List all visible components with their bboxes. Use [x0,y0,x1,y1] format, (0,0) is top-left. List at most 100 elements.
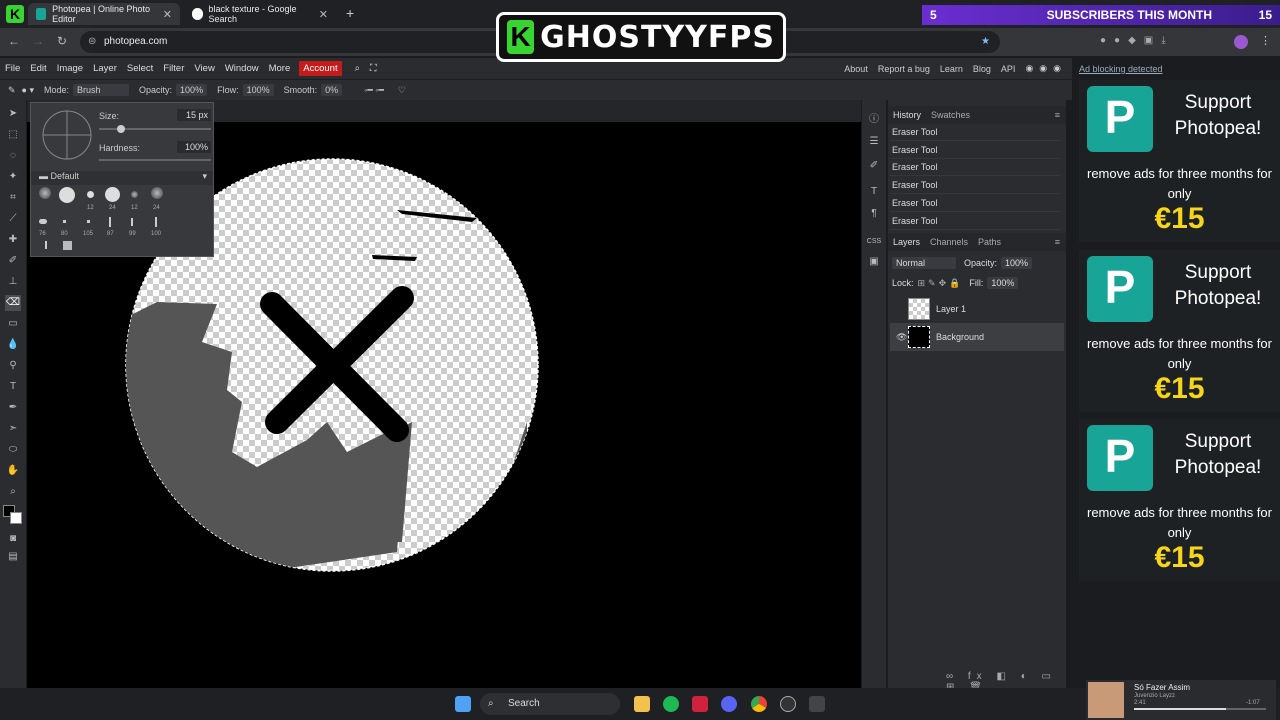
media-progress[interactable] [1134,708,1266,710]
bookmark-star-icon[interactable]: ★ [981,31,990,53]
menu-window[interactable]: Window [220,63,264,74]
tab-layers[interactable]: Layers [888,237,925,247]
hardness-input[interactable]: 100% [177,141,211,153]
preset-texture-brush[interactable] [63,220,66,223]
pen-tool-icon[interactable]: ✒ [5,400,21,416]
link-report-bug[interactable]: Report a bug [873,64,935,74]
marquee-tool-icon[interactable]: ⬚ [5,127,21,143]
ad-card[interactable]: P Support Photopea! remove ads for three… [1079,250,1280,412]
file-explorer-icon[interactable] [634,696,650,712]
info-icon[interactable]: ⓘ [866,112,882,128]
close-tab-icon[interactable]: ✕ [163,8,172,21]
layer-opacity-input[interactable]: 100% [1001,257,1033,269]
ad-blocking-notice[interactable]: Ad blocking detected [1079,64,1163,74]
pressure-toggle-icon[interactable]: ◦━ ◦━ [364,85,384,96]
preset-texture-brush[interactable] [39,219,47,224]
new-tab-button[interactable]: + [346,5,354,21]
preset-hard-brush[interactable] [59,187,75,203]
healing-tool-icon[interactable]: ✚ [5,232,21,248]
preset-hard-brush[interactable] [87,191,94,198]
preset-soft-brush[interactable] [151,187,163,199]
adjustments-icon[interactable]: ☰ [866,134,882,150]
smooth-input[interactable]: 0% [321,84,343,96]
size-input[interactable]: 15 px [177,109,211,121]
blend-mode-select[interactable]: Normal [892,257,956,269]
lock-icons[interactable]: ⊞✎✥🔒 [918,278,964,289]
brush-panel-icon[interactable]: ✐ [866,158,882,174]
app-icon[interactable] [809,696,825,712]
preset-soft-brush[interactable] [131,191,138,198]
taskbar-search[interactable]: ⌕ Search [480,693,620,715]
chrome-icon[interactable] [751,696,767,712]
move-tool-icon[interactable]: ➤ [5,106,21,122]
layer-row[interactable]: 👁 Background [890,323,1064,351]
ad-card[interactable]: P Support Photopea! remove ads for three… [1079,80,1280,242]
eraser-tool-icon[interactable]: ⌫ [5,295,21,311]
stamp-tool-icon[interactable]: ⊥ [5,274,21,290]
character-icon[interactable]: T [866,184,882,200]
preset-group-header[interactable]: ▬ Default ▾ [31,171,213,185]
media-player-widget[interactable]: Só Fazer Assim Juvenzio Layzz 2:41 -1:07 [1086,680,1276,720]
paragraph-icon[interactable]: ¶ [866,206,882,222]
tab-channels[interactable]: Channels [925,237,973,247]
preset-soft-brush[interactable] [39,187,51,199]
browser-menu-icon[interactable]: ⋮ [1260,34,1271,47]
lasso-tool-icon[interactable]: ◌ [5,148,21,164]
history-item[interactable]: Eraser Tool [890,213,1060,230]
mode-select[interactable]: Brush [73,84,130,96]
magic-wand-icon[interactable]: ✦ [5,169,21,185]
preset-texture-brush[interactable] [109,217,111,227]
path-select-icon[interactable]: ➣ [5,421,21,437]
discord-icon[interactable] [721,696,737,712]
brush-angle-widget[interactable] [35,107,99,163]
menu-view[interactable]: View [189,63,219,74]
eye-icon[interactable]: 👁 [896,332,907,343]
tab-swatches[interactable]: Swatches [926,110,975,120]
spotify-icon[interactable] [663,696,679,712]
blur-tool-icon[interactable]: 💧 [5,337,21,353]
brush-tool-icon[interactable]: ✐ [5,253,21,269]
tab-photopea[interactable]: Photopea | Online Photo Editor ✕ [28,3,180,25]
background-color-swatch[interactable] [10,512,22,524]
ad-card[interactable]: P Support Photopea! remove ads for three… [1079,419,1280,581]
preset-texture-brush[interactable] [155,217,157,227]
menu-more[interactable]: More [264,63,296,74]
history-item[interactable]: Eraser Tool [890,159,1060,176]
gradient-tool-icon[interactable]: ▭ [5,316,21,332]
brush-preset-grid[interactable]: 12 24 12 24 76 80 105 87 99 100 [37,187,197,253]
panel-menu-icon[interactable]: ≡ [1055,110,1066,120]
heart-icon[interactable]: ♡ [398,85,406,96]
windows-start-icon[interactable] [455,696,471,712]
menu-edit[interactable]: Edit [25,63,51,74]
layer-row[interactable]: Layer 1 [890,295,1064,323]
social-icons[interactable]: ◉◉◉ [1020,63,1072,74]
size-slider-knob[interactable] [117,125,126,133]
preset-texture-brush[interactable] [131,218,133,226]
history-item[interactable]: Eraser Tool [890,195,1060,212]
history-item[interactable]: Eraser Tool [890,142,1060,159]
panel-menu-icon[interactable]: ≡ [1055,237,1066,247]
dodge-tool-icon[interactable]: ⚲ [5,358,21,374]
app-icon[interactable] [692,696,708,712]
chevron-down-icon[interactable]: ▾ [202,171,207,182]
preset-texture-brush[interactable] [45,241,47,249]
menu-filter[interactable]: Filter [158,63,189,74]
extension-icons[interactable]: ●●◆▣⤓ [1100,35,1174,46]
fill-input[interactable]: 100% [987,277,1019,289]
back-icon[interactable]: ← [6,34,22,48]
zoom-tool-icon[interactable]: ⌕ [5,484,21,500]
profile-avatar[interactable] [1234,35,1248,49]
eyedropper-icon[interactable]: ⟋ [5,211,21,227]
preset-hard-brush[interactable] [105,187,120,202]
brush-preset-picker[interactable]: ● ▾ [22,85,34,96]
type-tool-icon[interactable]: T [5,379,21,395]
menu-layer[interactable]: Layer [88,63,122,74]
preset-square-brush[interactable] [63,241,72,250]
link-learn[interactable]: Learn [935,64,968,74]
link-api[interactable]: API [996,64,1021,74]
fullscreen-icon[interactable]: ⛶ [365,63,382,74]
flow-input[interactable]: 100% [242,84,274,96]
link-about[interactable]: About [839,64,873,74]
hand-tool-icon[interactable]: ✋ [5,463,21,479]
menu-file[interactable]: File [0,63,25,74]
